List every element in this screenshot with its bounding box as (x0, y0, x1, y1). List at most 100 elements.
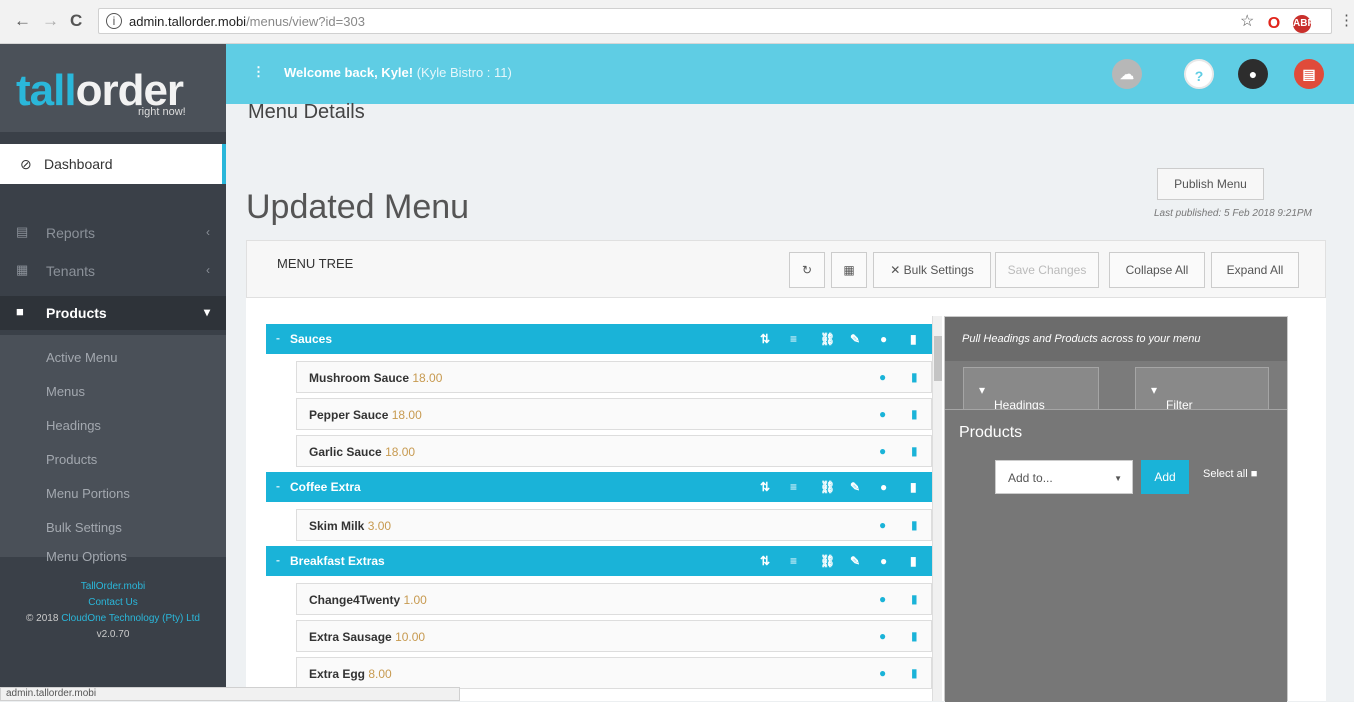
tree-heading-sauces[interactable]: - Sauces ⇅ ≡ ⛓ ✎ ● ▮ (266, 324, 932, 354)
eye-icon[interactable]: ● (879, 629, 886, 643)
collapse-all-button[interactable]: Collapse All (1109, 252, 1205, 288)
cloud-icon[interactable]: ☁ (1112, 59, 1142, 89)
add-to-select[interactable]: Add to... ▼ (995, 460, 1133, 494)
eye-icon[interactable]: ● (880, 480, 887, 494)
browser-chrome: ← → C i admin.tallorder.mobi/menus/view?… (0, 0, 1354, 44)
user-icon[interactable]: ● (1238, 59, 1268, 89)
footer-link-contact[interactable]: Contact Us (0, 595, 226, 611)
trash-icon[interactable]: ▮ (911, 666, 918, 680)
eye-icon[interactable]: ● (879, 666, 886, 680)
eye-icon[interactable]: ● (879, 592, 886, 606)
edit-icon[interactable]: ✎ (850, 480, 860, 494)
eye-icon[interactable]: ● (879, 407, 886, 421)
eye-icon[interactable]: ● (879, 518, 886, 532)
publish-menu-button[interactable]: Publish Menu (1157, 168, 1264, 200)
sidebar-item-dashboard[interactable]: ⊘ Dashboard (0, 144, 226, 184)
link-icon[interactable]: ⛓ (820, 554, 835, 568)
adblock-extension-icon[interactable]: ABP (1293, 15, 1314, 33)
submenu-active-menu[interactable]: Active Menu (46, 350, 118, 365)
address-bar[interactable]: i admin.tallorder.mobi/menus/view?id=303… (98, 8, 1332, 34)
link-icon[interactable]: ⛓ (820, 480, 835, 494)
sort-desc-icon[interactable]: ≡ (790, 480, 797, 494)
tab-headings[interactable]: Headings ▾ (963, 367, 1099, 412)
sidebar-footer: TallOrder.mobi Contact Us © 2018 CloudOn… (0, 579, 226, 643)
eye-icon[interactable]: ● (880, 554, 887, 568)
trash-icon[interactable]: ▮ (911, 370, 918, 384)
status-bar-url: admin.tallorder.mobi (0, 687, 460, 701)
browser-menu-icon[interactable]: ⋮ (1339, 11, 1354, 31)
opera-extension-icon[interactable]: O (1265, 15, 1283, 33)
sort-asc-icon[interactable]: ⇅ (760, 332, 770, 346)
footer-copyright: © 2018 CloudOne Technology (Pty) Ltd (26, 613, 200, 624)
tree-scrollbar[interactable] (932, 316, 942, 701)
sidebar-item-label: Products (46, 305, 107, 321)
trash-icon[interactable]: ▮ (910, 554, 917, 568)
save-changes-button[interactable]: Save Changes (995, 252, 1099, 288)
logo-tagline: right now! (138, 106, 186, 118)
tree-heading-breakfast-extras[interactable]: - Breakfast Extras ⇅ ≡ ⛓ ✎ ● ▮ (266, 546, 932, 576)
menu-toggle-icon[interactable]: ⋮ (252, 64, 265, 80)
address-url[interactable]: admin.tallorder.mobi/menus/view?id=303 (129, 14, 365, 29)
back-icon[interactable]: ← (14, 11, 31, 31)
grid-button[interactable]: ▦ (831, 252, 867, 288)
eye-icon[interactable]: ● (880, 332, 887, 346)
tree-heading-coffee-extra[interactable]: - Coffee Extra ⇅ ≡ ⛓ ✎ ● ▮ (266, 472, 932, 502)
trash-icon[interactable]: ▮ (911, 629, 918, 643)
submenu-products[interactable]: Products (46, 452, 97, 467)
eye-icon[interactable]: ● (879, 370, 886, 384)
sort-asc-icon[interactable]: ⇅ (760, 480, 770, 494)
tree-product-row[interactable]: Garlic Sauce 18.00 ● ▮ (296, 435, 932, 467)
bulk-settings-button[interactable]: ✕ Bulk Settings (873, 252, 991, 288)
edit-icon[interactable]: ✎ (850, 554, 860, 568)
logo[interactable]: tallorder right now! (0, 44, 226, 132)
select-all-checkbox[interactable]: Select all ■ (1203, 468, 1257, 480)
tree-product-row[interactable]: Change4Twenty 1.00 ● ▮ (296, 583, 932, 615)
submenu-menus[interactable]: Menus (46, 384, 85, 399)
edit-icon[interactable]: ✎ (850, 332, 860, 346)
submenu-menu-portions[interactable]: Menu Portions (46, 486, 130, 501)
forward-icon[interactable]: → (42, 11, 59, 31)
eye-icon[interactable]: ● (879, 444, 886, 458)
grid-icon: ▦ (843, 263, 855, 277)
trash-icon[interactable]: ▮ (910, 332, 917, 346)
tab-filter[interactable]: Filter ▾ (1135, 367, 1269, 412)
refresh-button[interactable]: ↻ (789, 252, 825, 288)
refresh-icon: ↻ (801, 263, 813, 277)
sidebar: tallorder right now! ⊘ Dashboard ▤ Repor… (0, 44, 226, 701)
top-bar: ⋮ Welcome back, Kyle! (Kyle Bistro : 11)… (226, 44, 1354, 104)
wrench-icon: ✕ (890, 263, 901, 277)
scrollbar-thumb[interactable] (934, 336, 942, 381)
tree-product-row[interactable]: Mushroom Sauce 18.00 ● ▮ (296, 361, 932, 393)
footer-link-tallorder[interactable]: TallOrder.mobi (0, 579, 226, 595)
sidebar-item-label: Tenants (46, 263, 96, 279)
sidebar-item-reports[interactable]: ▤ Reports ‹ (0, 216, 226, 250)
sidebar-item-label: Reports (46, 225, 96, 241)
trash-icon[interactable]: ▮ (911, 407, 918, 421)
sort-desc-icon[interactable]: ≡ (790, 332, 797, 346)
bag-icon: ■ (16, 304, 24, 319)
sort-asc-icon[interactable]: ⇅ (760, 554, 770, 568)
reload-icon[interactable]: C (70, 11, 82, 31)
expand-all-button[interactable]: Expand All (1211, 252, 1299, 288)
sort-desc-icon[interactable]: ≡ (790, 554, 797, 568)
info-icon[interactable]: i (106, 13, 122, 29)
sidebar-item-products[interactable]: ■ Products ▾ (0, 296, 226, 330)
trash-icon[interactable]: ▮ (911, 518, 918, 532)
tree-product-row[interactable]: Extra Egg 8.00 ● ▮ (296, 657, 932, 689)
tree-product-row[interactable]: Pepper Sauce 18.00 ● ▮ (296, 398, 932, 430)
sidebar-item-tenants[interactable]: ▦ Tenants ‹ (0, 254, 226, 288)
chart-icon: ▤ (16, 224, 29, 239)
tree-product-row[interactable]: Skim Milk 3.00 ● ▮ (296, 509, 932, 541)
tree-product-row[interactable]: Extra Sausage 10.00 ● ▮ (296, 620, 932, 652)
link-icon[interactable]: ⛓ (820, 332, 835, 346)
store-icon[interactable]: ▤ (1294, 59, 1324, 89)
trash-icon[interactable]: ▮ (911, 444, 918, 458)
submenu-headings[interactable]: Headings (46, 418, 101, 433)
submenu-menu-options[interactable]: Menu Options (46, 549, 127, 564)
help-icon[interactable]: ? (1184, 59, 1214, 89)
submenu-bulk-settings[interactable]: Bulk Settings (46, 520, 122, 535)
add-button[interactable]: Add (1141, 460, 1189, 494)
trash-icon[interactable]: ▮ (910, 480, 917, 494)
trash-icon[interactable]: ▮ (911, 592, 918, 606)
bookmark-star-icon[interactable]: ☆ (1240, 11, 1254, 31)
